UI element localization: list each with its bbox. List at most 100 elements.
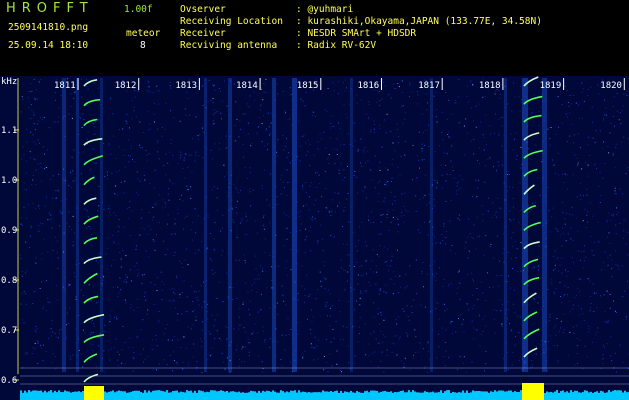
- noise-floor-peak: [248, 392, 250, 394]
- noise-speck: [436, 182, 438, 184]
- noise-speck: [257, 332, 259, 334]
- noise-speck: [249, 191, 251, 193]
- noise-speck: [459, 356, 461, 358]
- noise-speck: [458, 122, 460, 124]
- noise-speck: [120, 181, 122, 183]
- noise-speck: [569, 311, 571, 313]
- noise-speck: [533, 121, 535, 123]
- noise-speck: [303, 205, 305, 207]
- noise-speck: [158, 319, 160, 321]
- noise-speck: [602, 362, 604, 364]
- noise-speck: [211, 314, 213, 316]
- noise-speck: [461, 323, 463, 325]
- noise-speck: [213, 325, 215, 327]
- noise-speck: [317, 242, 319, 244]
- noise-speck: [623, 230, 625, 232]
- noise-speck: [103, 370, 105, 372]
- noise-speck: [383, 371, 385, 373]
- noise-speck: [213, 238, 215, 240]
- noise-speck: [35, 169, 37, 171]
- noise-speck: [304, 295, 306, 297]
- noise-speck: [267, 149, 268, 151]
- noise-speck: [356, 300, 357, 302]
- noise-speck: [428, 146, 430, 148]
- noise-speck: [107, 248, 109, 250]
- noise-speck: [94, 126, 96, 128]
- noise-speck: [201, 341, 203, 342]
- noise-speck: [192, 221, 194, 223]
- noise-speck: [124, 363, 126, 365]
- noise-speck: [567, 294, 569, 295]
- noise-floor-peak: [224, 391, 226, 394]
- noise-speck: [562, 202, 563, 204]
- noise-speck: [82, 113, 84, 115]
- noise-speck: [94, 82, 96, 84]
- noise-speck: [89, 170, 91, 172]
- noise-speck: [616, 312, 617, 313]
- noise-speck: [306, 236, 308, 238]
- noise-speck: [190, 285, 192, 287]
- noise-speck: [425, 174, 427, 176]
- noise-speck: [187, 98, 189, 99]
- noise-speck: [187, 362, 189, 364]
- noise-speck: [588, 136, 590, 138]
- noise-floor-peak: [370, 390, 372, 394]
- noise-speck: [459, 282, 461, 284]
- noise-speck: [380, 233, 382, 235]
- noise-speck: [358, 239, 359, 241]
- noise-speck: [213, 248, 215, 250]
- noise-speck: [149, 91, 151, 93]
- noise-speck: [113, 242, 115, 244]
- noise-speck: [360, 138, 362, 140]
- noise-speck: [483, 137, 485, 138]
- noise-speck: [97, 262, 99, 264]
- noise-speck: [165, 102, 167, 104]
- noise-speck: [555, 325, 557, 327]
- noise-speck: [366, 197, 367, 199]
- noise-speck: [108, 205, 110, 207]
- noise-speck: [252, 331, 254, 333]
- file-name: 2509141810.png: [8, 22, 89, 33]
- noise-speck: [549, 335, 551, 337]
- noise-speck: [306, 191, 307, 193]
- noise-speck: [246, 234, 248, 235]
- noise-speck: [309, 293, 311, 295]
- noise-speck: [491, 217, 493, 218]
- noise-speck: [321, 138, 322, 140]
- noise-speck: [191, 229, 193, 231]
- noise-speck: [599, 202, 601, 203]
- noise-speck: [317, 358, 319, 360]
- noise-speck: [354, 170, 356, 172]
- noise-speck: [297, 250, 299, 252]
- noise-speck: [508, 309, 509, 311]
- noise-floor-peak: [116, 391, 118, 394]
- noise-speck: [270, 112, 272, 114]
- noise-speck: [225, 135, 227, 137]
- noise-speck: [574, 364, 576, 366]
- noise-speck: [111, 309, 113, 311]
- noise-speck: [181, 194, 182, 196]
- noise-speck: [427, 234, 429, 236]
- noise-speck: [563, 294, 565, 296]
- noise-speck: [169, 82, 171, 83]
- noise-speck: [301, 265, 303, 267]
- noise-floor-peak: [80, 392, 82, 394]
- noise-speck: [562, 212, 564, 214]
- noise-speck: [260, 309, 262, 311]
- noise-speck: [336, 363, 338, 365]
- noise-speck: [88, 284, 90, 286]
- noise-speck: [548, 340, 550, 342]
- noise-speck: [608, 212, 610, 214]
- noise-floor-peak: [598, 392, 600, 394]
- noise-speck: [385, 284, 387, 286]
- noise-speck: [602, 119, 604, 121]
- noise-speck: [67, 322, 69, 324]
- noise-speck: [535, 346, 537, 348]
- noise-speck: [213, 85, 215, 87]
- noise-speck: [144, 292, 146, 294]
- noise-speck: [325, 339, 327, 340]
- noise-speck: [359, 292, 361, 294]
- noise-speck: [580, 260, 581, 261]
- noise-speck: [479, 345, 481, 347]
- noise-floor-peak: [490, 391, 492, 394]
